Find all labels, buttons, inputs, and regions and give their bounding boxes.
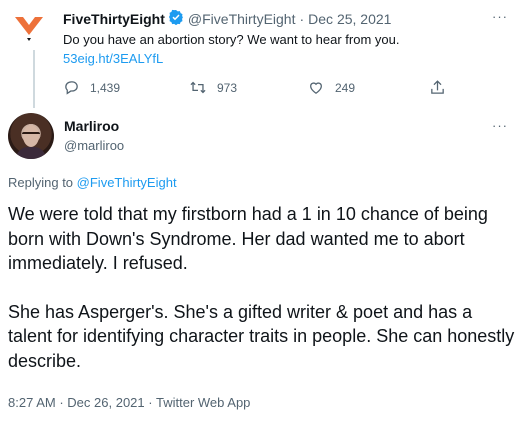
verified-badge-icon: [168, 9, 184, 28]
like-count: 249: [335, 80, 356, 95]
like-action[interactable]: 249: [307, 79, 355, 96]
parent-more-button[interactable]: ···: [492, 9, 508, 24]
reply-source: Twitter Web App: [156, 395, 251, 410]
reply-paragraph: We were told that my firstborn had a 1 i…: [8, 204, 488, 273]
replying-to-prefix: Replying to: [8, 175, 74, 190]
parent-tweet-text: Do you have an abortion story? We want t…: [63, 32, 400, 47]
heart-icon: [310, 82, 322, 94]
thread-connector-line: [33, 50, 35, 108]
retweet-action[interactable]: 973: [189, 79, 237, 96]
reply-more-button[interactable]: ···: [492, 118, 508, 133]
reply-time[interactable]: 8:27 AM: [8, 395, 56, 410]
parent-tweet[interactable]: FiveThirtyEight @FiveThirtyEight · Dec 2…: [0, 0, 522, 108]
reply-author-avatar[interactable]: [8, 113, 54, 159]
parent-author-name[interactable]: FiveThirtyEight: [63, 11, 165, 27]
share-icon: [431, 80, 444, 94]
reply-author-name[interactable]: Marliroo: [64, 118, 119, 134]
reply-date[interactable]: Dec 26, 2021: [67, 395, 144, 410]
reply-paragraph: She has Asperger's. She's a gifted write…: [8, 301, 515, 371]
reply-tweet-body: We were told that my firstborn had a 1 i…: [8, 202, 518, 397]
fivethirtyeight-logo-icon[interactable]: [10, 9, 48, 47]
retweet-count: 973: [217, 80, 238, 95]
reply-author-handle[interactable]: @marliroo: [64, 138, 124, 153]
meta-separator: ·: [59, 395, 64, 410]
reply-action[interactable]: 1,439: [63, 79, 120, 96]
retweet-icon: [190, 81, 206, 94]
meta-separator: ·: [148, 395, 153, 410]
reply-count: 1,439: [90, 80, 121, 95]
parent-handle[interactable]: @FiveThirtyEight: [188, 11, 296, 27]
parent-action-bar: 1,439 973 249: [63, 79, 444, 97]
share-action[interactable]: [429, 79, 456, 96]
header-separator: ·: [299, 10, 305, 27]
reply-icon: [65, 81, 78, 95]
replying-to-line: Replying to @FiveThirtyEight: [8, 175, 177, 190]
parent-date[interactable]: Dec 25, 2021: [308, 11, 391, 27]
replying-to-handle-link[interactable]: @FiveThirtyEight: [77, 175, 177, 190]
parent-tweet-link[interactable]: 53eig.ht/3EALYfL: [63, 49, 163, 68]
reply-metadata: 8:27 AM · Dec 26, 2021 · Twitter Web App: [8, 395, 250, 410]
